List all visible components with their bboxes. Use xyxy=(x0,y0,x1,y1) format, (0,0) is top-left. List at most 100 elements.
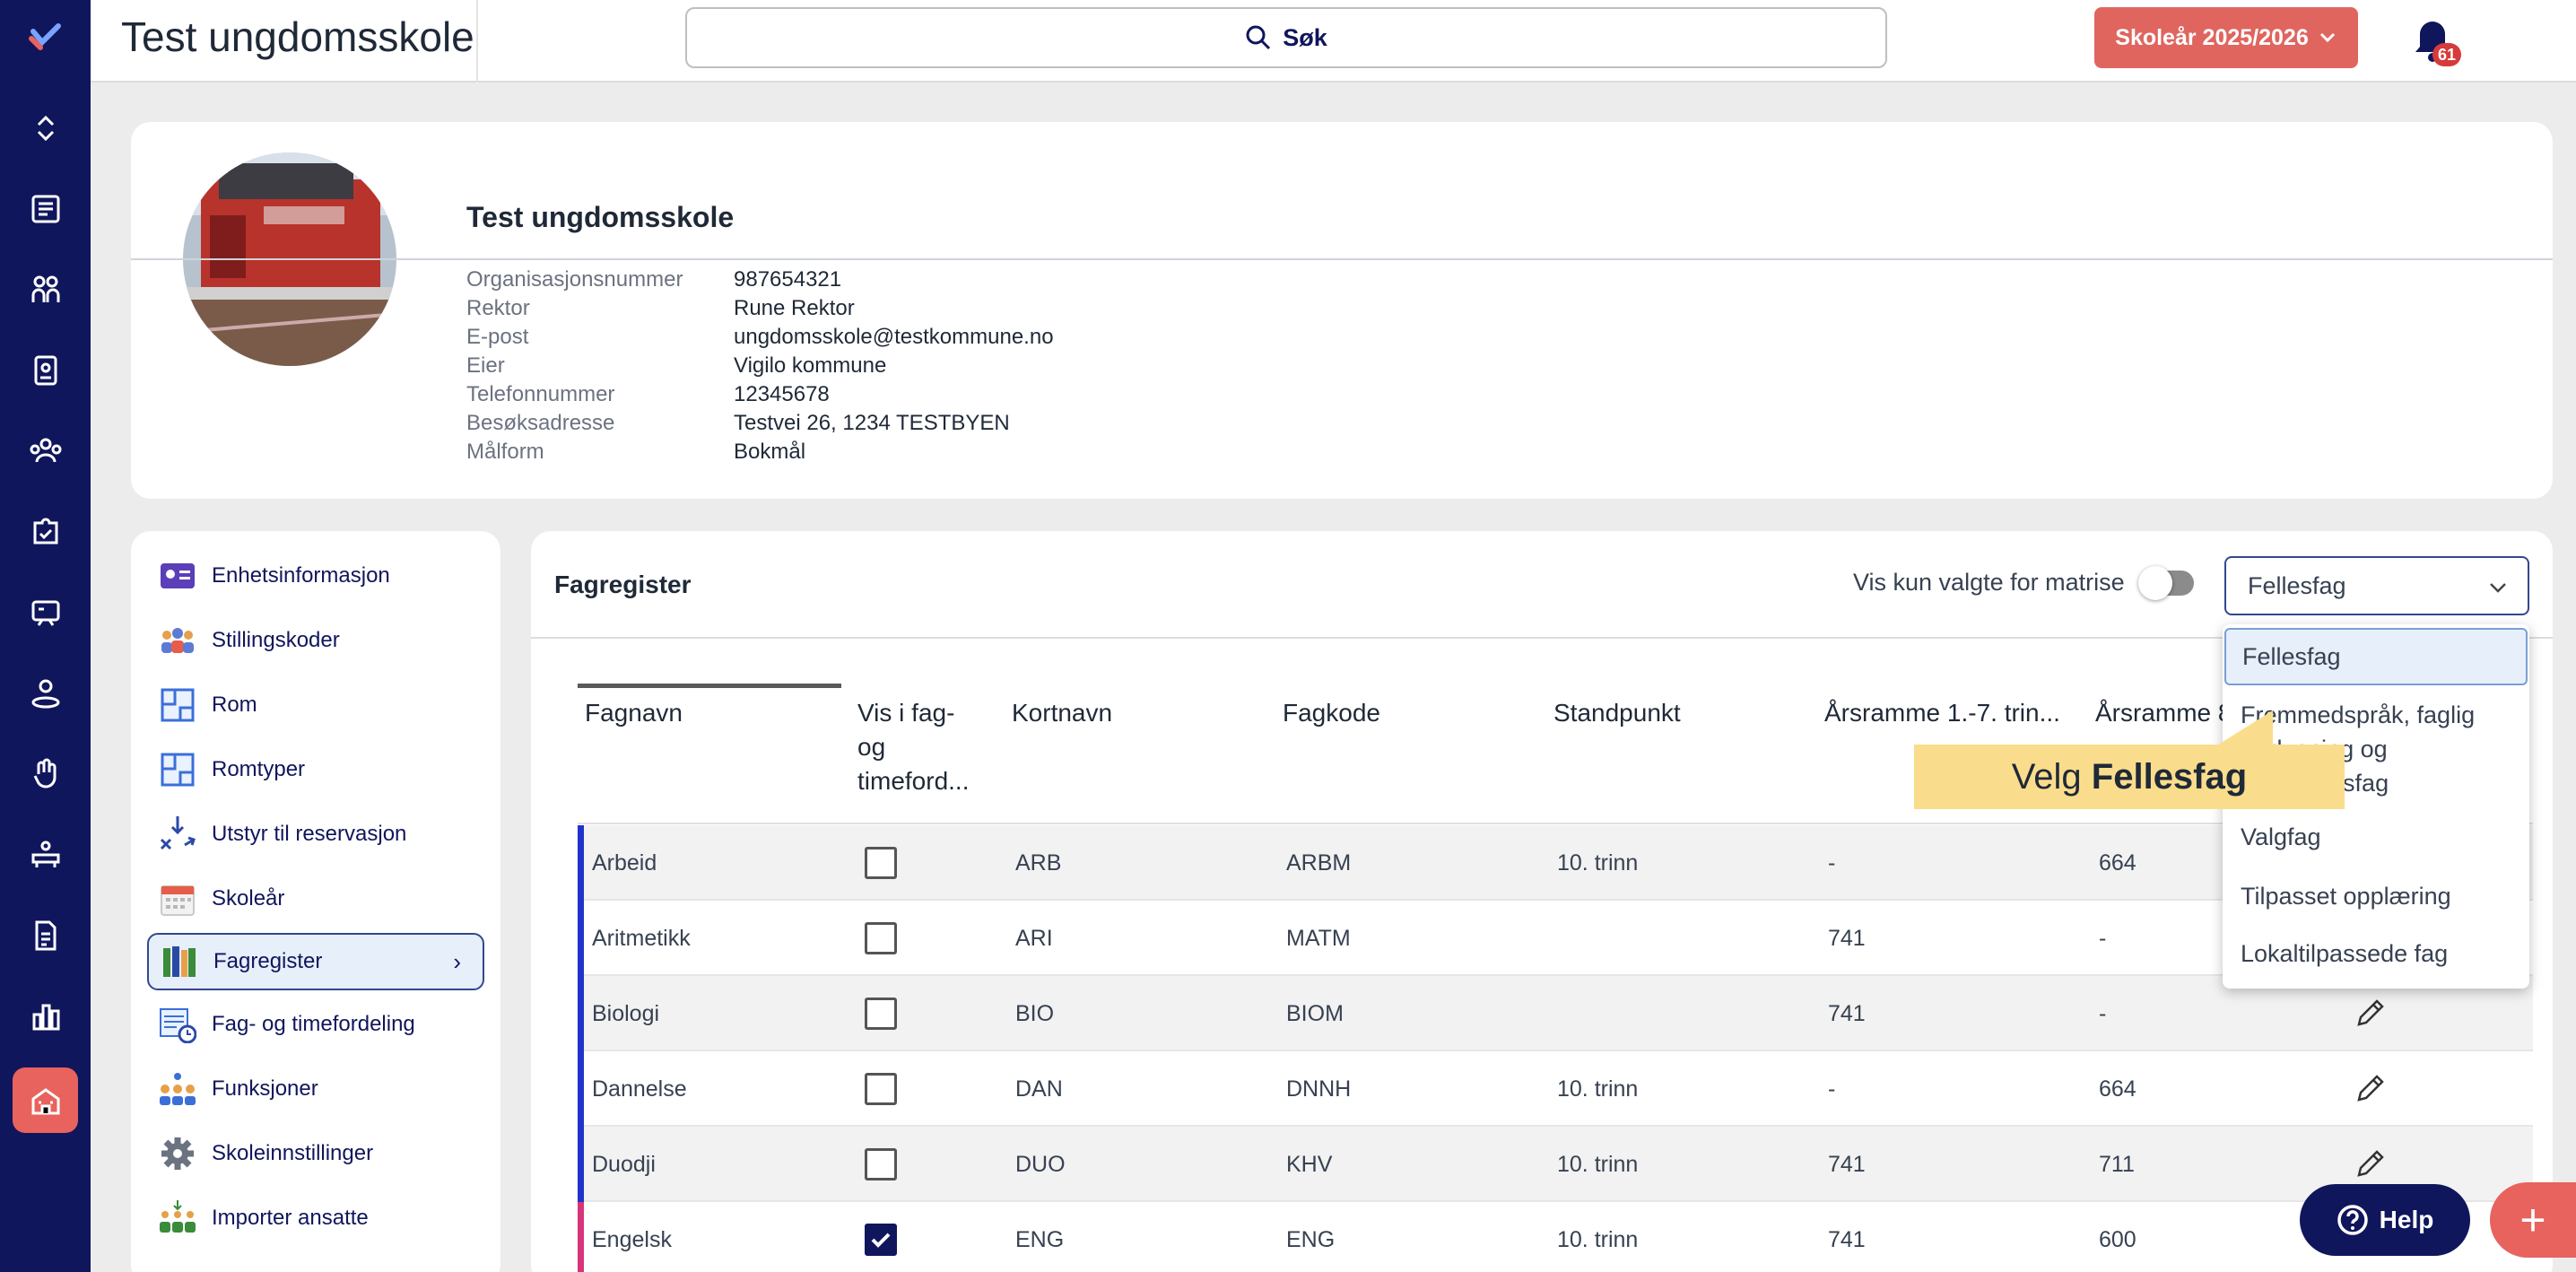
cell-kortnavn: BIO xyxy=(1015,1001,1055,1026)
bar-chart-icon[interactable] xyxy=(13,983,78,1049)
search-label: Søk xyxy=(1283,23,1327,51)
cell-arsramme-1-7: - xyxy=(1828,850,1836,876)
calendar-icon xyxy=(158,879,197,919)
cell-arsramme-8: 664 xyxy=(2099,850,2137,876)
matrix-filter-toggle[interactable] xyxy=(2138,566,2194,600)
document-icon[interactable] xyxy=(13,902,78,968)
org-label: Eier xyxy=(466,353,505,378)
cell-kortnavn: ENG xyxy=(1015,1227,1065,1252)
org-label: Rektor xyxy=(466,296,530,320)
person-pin-icon[interactable] xyxy=(13,660,78,726)
org-row: Eier Vigilo kommune xyxy=(466,352,1054,380)
header-kortnavn[interactable]: Kortnavn xyxy=(1012,696,1112,730)
category-bar xyxy=(578,825,584,901)
add-button[interactable]: + xyxy=(2490,1182,2576,1258)
gear-icon xyxy=(158,1134,197,1173)
settings-side-menu: Enhetsinformasjon Stillingskoder Rom Rom… xyxy=(131,531,500,1272)
raised-hand-icon[interactable] xyxy=(13,741,78,806)
top-bar: Test ungdomsskole Søk Skoleår 2025/2026 … xyxy=(91,0,2576,83)
row-checkbox[interactable] xyxy=(865,1073,897,1105)
desk-icon[interactable] xyxy=(13,822,78,887)
cell-standpunkt: 10. trinn xyxy=(1557,1227,1639,1252)
cell-arsramme-1-7: 741 xyxy=(1828,1001,1866,1026)
id-card-icon xyxy=(158,556,197,596)
dropdown-option-lokaltilpassede-fag[interactable]: Lokaltilpassede fag xyxy=(2223,937,2529,971)
header-arsramme-1-7[interactable]: Årsramme 1.-7. trin... xyxy=(1824,696,2060,730)
vigilo-logo-icon[interactable] xyxy=(13,4,78,69)
org-row: Telefonnummer 12345678 xyxy=(466,380,1054,409)
chevron-right-icon: › xyxy=(453,947,461,975)
puzzle-icon[interactable] xyxy=(13,499,78,564)
row-checkbox[interactable] xyxy=(865,922,897,954)
menu-item-skolear[interactable]: Skoleår xyxy=(147,870,484,928)
row-checkbox[interactable] xyxy=(865,1224,897,1256)
table-row[interactable]: Engelsk ENG ENG 10. trinn 741 600 xyxy=(578,1202,2533,1272)
menu-item-romtyper[interactable]: Romtyper xyxy=(147,741,484,798)
menu-item-label: Importer ansatte xyxy=(212,1206,369,1230)
title-divider xyxy=(476,0,478,83)
people-icon[interactable] xyxy=(13,257,78,322)
cell-arsramme-8: - xyxy=(2099,926,2107,951)
books-icon xyxy=(160,942,199,981)
menu-item-label: Romtyper xyxy=(212,757,306,781)
header-fagkode[interactable]: Fagkode xyxy=(1283,696,1380,730)
help-button[interactable]: Help xyxy=(2300,1184,2470,1256)
pencil-icon[interactable] xyxy=(2354,1071,2388,1105)
help-circle-icon xyxy=(2337,1205,2368,1235)
menu-item-funksjoner[interactable]: Funksjoner xyxy=(147,1060,484,1118)
organization-name: Test ungdomsskole xyxy=(466,201,735,233)
table-row[interactable]: Dannelse DAN DNNH 10. trinn - 664 xyxy=(578,1051,2533,1127)
menu-item-enhetsinformasjon[interactable]: Enhetsinformasjon xyxy=(147,547,484,605)
search-button[interactable]: Søk xyxy=(685,7,1887,68)
panel-header: Fagregister Vis kun valgte for matrise F… xyxy=(531,531,2553,639)
menu-item-fag-og-timefordeling[interactable]: Fag- og timefordeling xyxy=(147,996,484,1053)
cell-arsramme-1-7: - xyxy=(1828,1076,1836,1102)
school-board-icon[interactable] xyxy=(13,579,78,645)
menu-item-fagregister[interactable]: Fagregister › xyxy=(147,933,484,990)
pencil-icon[interactable] xyxy=(2354,1146,2388,1181)
org-row: Organisasjonsnummer 987654321 xyxy=(466,266,1054,294)
dropdown-option-fellesfag[interactable]: Fellesfag xyxy=(2224,628,2528,685)
pencil-icon[interactable] xyxy=(2354,996,2388,1030)
row-checkbox[interactable] xyxy=(865,847,897,879)
menu-item-label: Fagregister xyxy=(213,949,323,973)
school-year-button[interactable]: Skoleår 2025/2026 xyxy=(2094,7,2358,68)
cell-kortnavn: ARI xyxy=(1015,926,1053,951)
header-fagnavn[interactable]: Fagnavn xyxy=(585,696,683,730)
row-checkbox[interactable] xyxy=(865,1148,897,1181)
left-nav-rail xyxy=(0,0,91,1272)
dropdown-option-valgfag[interactable]: Valgfag xyxy=(2223,820,2529,854)
newspaper-icon[interactable] xyxy=(13,176,78,241)
cell-arsramme-1-7: 741 xyxy=(1828,1227,1866,1252)
cell-arsramme-8: 600 xyxy=(2099,1227,2137,1252)
menu-item-skoleinnstillinger[interactable]: Skoleinnstillinger xyxy=(147,1125,484,1182)
row-checkbox[interactable] xyxy=(865,998,897,1030)
collapse-expand-icon[interactable] xyxy=(13,95,78,161)
org-value: 12345678 xyxy=(734,382,830,406)
table-row[interactable]: Duodji DUO KHV 10. trinn 741 711 xyxy=(578,1127,2533,1202)
menu-item-utstyr-til-reservasjon[interactable]: Utstyr til reservasjon xyxy=(147,806,484,863)
menu-item-stillingskoder[interactable]: Stillingskoder xyxy=(147,612,484,669)
header-arsramme-8[interactable]: Årsramme 8 xyxy=(2095,696,2232,730)
header-vis-i-fag[interactable]: Vis i fag- og timeford... xyxy=(857,696,969,798)
floorplan-icon xyxy=(158,750,197,789)
group-icon[interactable] xyxy=(13,418,78,484)
cell-kortnavn: ARB xyxy=(1015,850,1062,876)
menu-item-label: Utstyr til reservasjon xyxy=(212,822,407,846)
dropdown-option-tilpasset-opplaering[interactable]: Tilpasset opplæring xyxy=(2223,879,2529,913)
org-label: Telefonnummer xyxy=(466,382,615,406)
menu-item-label: Stillingskoder xyxy=(212,628,340,652)
subject-category-select[interactable]: Fellesfag xyxy=(2224,556,2529,615)
cell-fagkode: BIOM xyxy=(1286,1001,1344,1026)
menu-item-importer-ansatte[interactable]: Importer ansatte xyxy=(147,1189,484,1247)
cell-fagkode: MATM xyxy=(1286,926,1351,951)
school-building-icon[interactable] xyxy=(13,1067,78,1133)
menu-item-label: Fag- og timefordeling xyxy=(212,1012,415,1036)
menu-item-rom[interactable]: Rom xyxy=(147,676,484,734)
callout-prefix: Velg xyxy=(2011,756,2082,797)
header-standpunkt[interactable]: Standpunkt xyxy=(1553,696,1681,730)
id-badge-icon[interactable] xyxy=(13,337,78,403)
org-row: Målform Bokmål xyxy=(466,438,1054,466)
org-label: Besøksadresse xyxy=(466,411,615,435)
import-people-icon xyxy=(158,1198,197,1238)
